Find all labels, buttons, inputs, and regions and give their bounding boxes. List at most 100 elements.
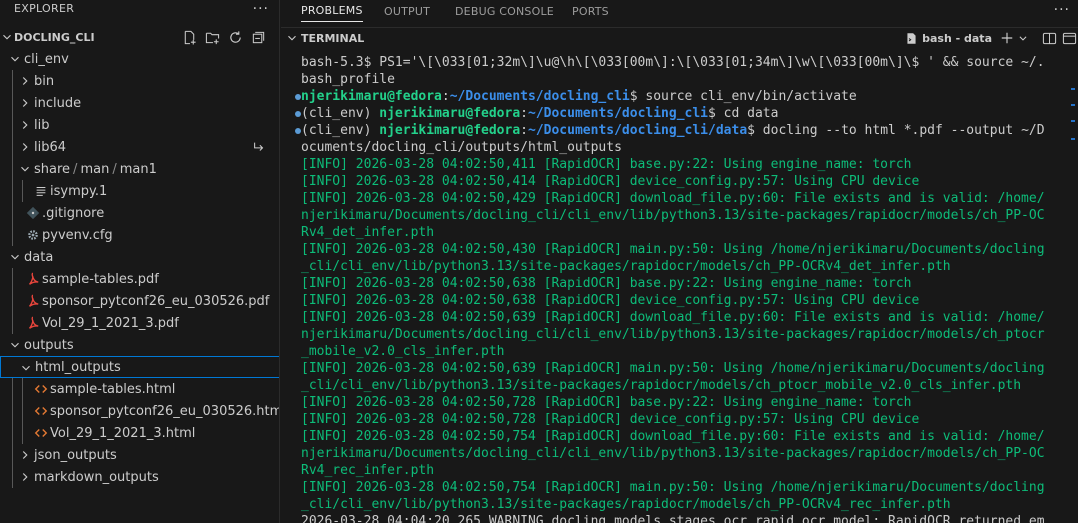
tree-item-label: html_outputs <box>35 359 121 375</box>
explorer-more-icon[interactable]: ··· <box>253 1 269 17</box>
tree-file-vol-29-1-2021-3-html[interactable]: Vol_29_1_2021_3.html <box>0 422 279 444</box>
terminal-text-segment: _mobile_v2.0_cls_infer.pth <box>301 344 505 359</box>
tab-output[interactable]: OUTPUT <box>384 0 430 22</box>
path-separator: / <box>112 161 117 177</box>
terminal-text-segment: [INFO] 2026-03-28 04:02:50,429 [RapidOCR… <box>301 191 1045 206</box>
tree-item-label: bin <box>34 73 55 89</box>
terminal-line: njerikimaru@fedora:~/Documents/docling_c… <box>301 88 1067 105</box>
settings-file-icon <box>26 227 40 243</box>
tree-folder-bin[interactable]: bin <box>0 70 279 92</box>
chevron-down-icon <box>21 166 29 172</box>
terminal-text-segment: [INFO] 2026-03-28 04:02:50,728 [RapidOCR… <box>301 395 912 410</box>
tree-item-label: sample-tables.pdf <box>42 271 159 287</box>
terminal-line: [INFO] 2026-03-28 04:02:50,411 [RapidOCR… <box>301 156 1067 173</box>
tree-item-label: data <box>24 249 54 265</box>
new-file-icon[interactable] <box>181 29 197 45</box>
terminal-text-segment: njerikimaru@fedora <box>379 106 521 121</box>
chevron-down-icon <box>3 34 11 40</box>
chevron-down-icon[interactable] <box>1018 29 1028 47</box>
compact-folder-segment[interactable]: share <box>34 162 70 177</box>
terminal-line: [INFO] 2026-03-28 04:02:50,638 [RapidOCR… <box>301 292 1067 309</box>
tab-problems[interactable]: PROBLEMS <box>301 0 363 22</box>
pdf-file-icon <box>26 315 40 331</box>
terminal-line: [INFO] 2026-03-28 04:02:50,414 [RapidOCR… <box>301 173 1067 190</box>
compact-folder-segment[interactable]: man1 <box>120 162 157 177</box>
html-file-icon <box>34 403 48 419</box>
terminal-output[interactable]: bash-5.3$ PS1='\[\033[01;32m\]\u@\h\[\03… <box>301 54 1067 523</box>
terminal-section-header[interactable]: TERMINAL bash - data <box>281 27 1078 47</box>
tree-folder-include[interactable]: include <box>0 92 279 114</box>
html-file-icon <box>34 425 48 441</box>
tree-file-sample-tables-html[interactable]: sample-tables.html <box>0 378 279 400</box>
toolbar-spacer <box>1030 29 1038 47</box>
split-terminal-icon[interactable] <box>1040 29 1058 47</box>
refresh-icon[interactable] <box>227 29 243 45</box>
tree-folder-html-outputs[interactable]: html_outputs <box>0 356 279 378</box>
new-terminal-icon[interactable] <box>998 29 1016 47</box>
terminal-text-segment: [INFO] 2026-03-28 04:02:50,411 [RapidOCR… <box>301 157 912 172</box>
git-file-icon <box>26 205 40 221</box>
panel-more-icon[interactable]: ··· <box>1054 2 1070 18</box>
terminal-text-segment: [INFO] 2026-03-28 04:02:50,414 [RapidOCR… <box>301 174 920 189</box>
terminal-line: _cli/cli_env/lib/python3.13/site-package… <box>301 377 1067 394</box>
terminal-text-segment: [INFO] 2026-03-28 04:02:50,638 [RapidOCR… <box>301 293 920 308</box>
tree-file-sponsor-pytconf26-eu-030526-html[interactable]: sponsor_pytconf26_eu_030526.html <box>0 400 279 422</box>
explorer-header: EXPLORER ··· <box>0 0 279 17</box>
compact-folder-segment[interactable]: man <box>80 162 109 177</box>
terminal-text-segment: bash_profile <box>301 72 395 87</box>
tree-folder-data[interactable]: data <box>0 246 279 268</box>
collapse-all-icon[interactable] <box>250 29 266 45</box>
tree-folder-lib64[interactable]: lib64 <box>0 136 279 158</box>
tree-item-label: lib <box>34 117 50 133</box>
terminal-text-segment: _cli/cli_env/lib/python3.13/site-package… <box>301 497 951 512</box>
terminal-text-segment: njerikimaru/Documents/docling_cli/cli_en… <box>301 327 1045 342</box>
terminal-text-segment: $ docling --to html *.pdf --output ~/D <box>747 123 1045 138</box>
terminal-text-segment: [INFO] 2026-03-28 04:02:50,430 [RapidOCR… <box>301 242 1045 257</box>
terminal-text-segment: [INFO] 2026-03-28 04:02:50,638 [RapidOCR… <box>301 276 912 291</box>
new-folder-icon[interactable] <box>204 29 220 45</box>
tree-item-label: lib64 <box>34 139 67 155</box>
tree-file-sample-tables-pdf[interactable]: sample-tables.pdf <box>0 268 279 290</box>
terminal-line: _mobile_v2.0_cls_infer.pth <box>301 343 1067 360</box>
terminal-line: Rv4_rec_infer.pth <box>301 462 1067 479</box>
path-separator: / <box>73 161 78 177</box>
terminal-scrollbar[interactable] <box>1071 80 1075 523</box>
tree-file-vol-29-1-2021-3-pdf[interactable]: Vol_29_1_2021_3.pdf <box>0 312 279 334</box>
tree-folder-share-man-man1[interactable]: share / man / man1 <box>0 158 279 180</box>
chevron-right-icon <box>22 121 28 129</box>
terminal-text-segment: ~/Documents/docling_cli/data <box>528 123 748 138</box>
tree-file-sponsor-pytconf26-eu-030526-pdf[interactable]: sponsor_pytconf26_eu_030526.pdf <box>0 290 279 312</box>
tree-file-pyvenv-cfg[interactable]: pyvenv.cfg <box>0 224 279 246</box>
panel-tabs: PROBLEMS OUTPUT DEBUG CONSOLE PORTS ··· <box>281 0 1078 22</box>
terminal-instance-selector[interactable]: bash - data <box>905 32 996 45</box>
tree-folder-outputs[interactable]: outputs <box>0 334 279 356</box>
terminal-text-segment: njerikimaru/Documents/docling_cli/cli_en… <box>301 208 1045 223</box>
tree-file-isympy-1[interactable]: isympy.1 <box>0 180 279 202</box>
terminal-text-segment: _cli/cli_env/lib/python3.13/site-package… <box>301 378 1022 393</box>
terminal-line: _cli/cli_env/lib/python3.13/site-package… <box>301 258 1067 275</box>
tree-item-label: isympy.1 <box>50 183 108 199</box>
tree-folder-lib[interactable]: lib <box>0 114 279 136</box>
explorer-title: EXPLORER <box>14 2 75 15</box>
html-file-icon <box>34 381 48 397</box>
terminal-line: 2026-03-28 04:04:20,265 WARNING docling.… <box>301 513 1067 523</box>
tree-folder-cli-env[interactable]: cli_env <box>0 48 279 70</box>
tree-folder-markdown-outputs[interactable]: markdown_outputs <box>0 466 279 488</box>
terminal-icon <box>907 32 916 44</box>
terminal-text-segment: [INFO] 2026-03-28 04:02:50,754 [RapidOCR… <box>301 480 1045 495</box>
kill-terminal-icon[interactable] <box>1060 29 1078 47</box>
chevron-down-icon <box>11 254 19 260</box>
terminal-line: [INFO] 2026-03-28 04:02:50,430 [RapidOCR… <box>301 241 1067 258</box>
terminal-text-segment: : <box>520 106 528 121</box>
terminal-line: [INFO] 2026-03-28 04:02:50,639 [RapidOCR… <box>301 309 1067 326</box>
terminal-line: [INFO] 2026-03-28 04:02:50,754 [RapidOCR… <box>301 479 1067 496</box>
tree-item-label: share / man / man1 <box>34 162 157 177</box>
workspace-root[interactable]: DOCLING_CLI <box>0 26 279 48</box>
terminal-line: [INFO] 2026-03-28 04:02:50,639 [RapidOCR… <box>301 360 1067 377</box>
tab-ports[interactable]: PORTS <box>572 0 609 22</box>
tree-file-gitignore[interactable]: .gitignore <box>0 202 279 224</box>
terminal-text-segment: $ cd data <box>708 106 779 121</box>
tab-debug-console[interactable]: DEBUG CONSOLE <box>455 0 554 22</box>
tree-folder-json-outputs[interactable]: json_outputs <box>0 444 279 466</box>
chevron-right-icon <box>22 77 28 85</box>
